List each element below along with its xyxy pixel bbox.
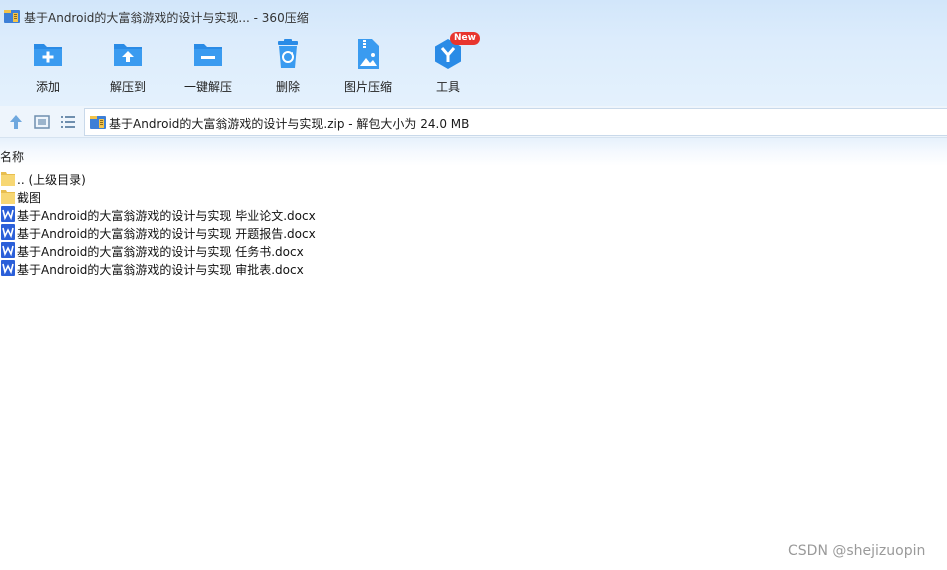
address-bar[interactable]: 基于Android的大富翁游戏的设计与实现.zip - 解包大小为 24.0 M… — [84, 108, 947, 136]
image-compress-button-label: 图片压缩 — [343, 80, 392, 94]
list-item[interactable]: 基于Android的大富翁游戏的设计与实现 审批表.docx — [0, 259, 400, 277]
word-document-icon — [1, 260, 15, 276]
image-compress-button[interactable]: 图片压缩 — [330, 36, 406, 98]
column-header-name[interactable]: 名称 — [0, 148, 24, 165]
file-name: 基于Android的大富翁游戏的设计与实现 审批表.docx — [17, 263, 304, 277]
watermark: CSDN @shejizuopin — [788, 543, 926, 559]
archive-icon — [90, 116, 106, 129]
one-click-extract-icon — [194, 44, 222, 66]
add-folder-icon — [34, 44, 62, 66]
app-window: 基于Android的大富翁游戏的设计与实现... - 360压缩 添加 解压到 … — [0, 0, 947, 570]
word-document-icon — [1, 224, 15, 240]
list-item[interactable]: 基于Android的大富翁游戏的设计与实现 任务书.docx — [0, 241, 400, 259]
recycle-bin-icon — [278, 39, 298, 68]
tools-button-label: 工具 — [435, 80, 460, 94]
list-item[interactable]: 基于Android的大富翁游戏的设计与实现 毕业论文.docx — [0, 205, 400, 223]
address-text: 基于Android的大富翁游戏的设计与实现.zip - 解包大小为 24.0 M… — [109, 117, 470, 131]
file-name: 截图 — [17, 191, 42, 205]
thumbnail-view-icon[interactable] — [33, 113, 51, 131]
new-badge: New — [450, 32, 480, 45]
up-arrow-icon[interactable] — [7, 113, 25, 131]
list-item[interactable]: 基于Android的大富翁游戏的设计与实现 开题报告.docx — [0, 223, 400, 241]
folder-icon — [1, 190, 15, 204]
file-name: 基于Android的大富翁游戏的设计与实现 开题报告.docx — [17, 227, 316, 241]
list-item-parent-directory[interactable]: .. (上级目录) — [0, 169, 400, 187]
delete-button[interactable]: 删除 — [250, 36, 326, 98]
file-name: .. (上级目录) — [17, 173, 86, 187]
add-button[interactable]: 添加 — [10, 36, 86, 98]
image-compress-icon — [358, 39, 379, 69]
file-name: 基于Android的大富翁游戏的设计与实现 毕业论文.docx — [17, 209, 316, 223]
window-title: 基于Android的大富翁游戏的设计与实现... - 360压缩 — [24, 11, 309, 25]
title-bar[interactable]: 基于Android的大富翁游戏的设计与实现... - 360压缩 — [0, 0, 947, 32]
delete-button-label: 删除 — [275, 80, 300, 94]
list-header: 名称 — [0, 138, 947, 166]
list-item[interactable]: 截图 — [0, 187, 400, 205]
header-area: 基于Android的大富翁游戏的设计与实现... - 360压缩 添加 解压到 … — [0, 0, 947, 106]
extract-to-button-label: 解压到 — [109, 80, 146, 94]
list-view-icon[interactable] — [59, 113, 77, 131]
one-click-extract-button-label: 一键解压 — [183, 80, 232, 94]
extract-to-icon — [114, 44, 142, 66]
add-button-label: 添加 — [35, 80, 60, 94]
one-click-extract-button[interactable]: 一键解压 — [170, 36, 246, 98]
folder-icon — [1, 172, 15, 186]
navigation-bar: 基于Android的大富翁游戏的设计与实现.zip - 解包大小为 24.0 M… — [0, 106, 947, 138]
extract-to-button[interactable]: 解压到 — [90, 36, 166, 98]
word-document-icon — [1, 206, 15, 222]
word-document-icon — [1, 242, 15, 258]
toolbar: 添加 解压到 一键解压 删除 图片压缩 New 工具 — [0, 32, 500, 100]
file-name: 基于Android的大富翁游戏的设计与实现 任务书.docx — [17, 245, 304, 259]
archive-icon — [4, 10, 20, 23]
tools-button[interactable]: New 工具 — [410, 32, 486, 98]
